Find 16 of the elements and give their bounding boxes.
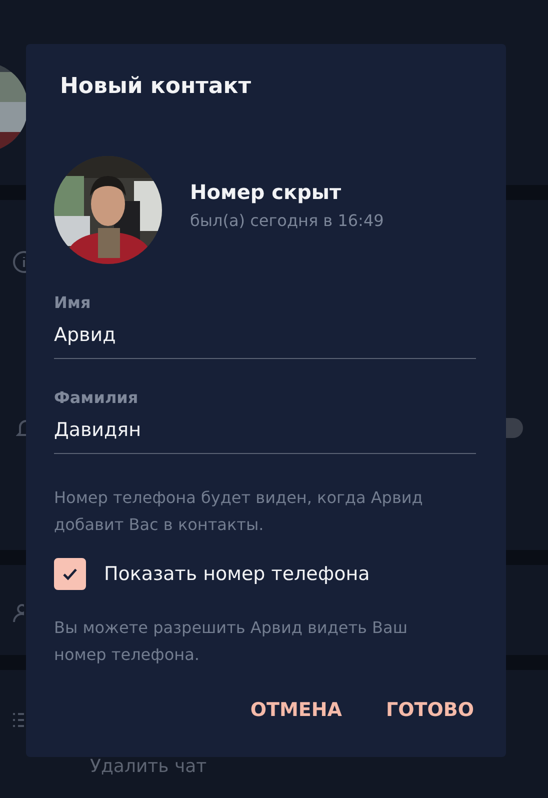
name-field[interactable]: Имя Арвид — [54, 292, 476, 359]
dialog-title: Новый контакт — [60, 73, 252, 101]
share-note: Вы можете разрешить Арвид видеть Ваш номер телефона. — [54, 617, 408, 666]
info-icon — [12, 250, 26, 274]
field-value: Давидян — [54, 418, 142, 443]
checkbox[interactable] — [54, 558, 86, 590]
name-field[interactable]: Фамилия Давидян — [54, 387, 476, 454]
last-seen-status: был(а) сегодня в 16:49 — [190, 210, 384, 232]
contact-name: Номер скрыт — [190, 179, 342, 206]
field-label: Имя — [54, 292, 92, 314]
phone-note: Номер телефона будет виден, когда Арвид добавит Вас в контакты. — [54, 487, 424, 536]
field-value: Арвид — [54, 323, 117, 348]
dialog-button[interactable]: ОТМЕНА — [248, 693, 344, 727]
field-label: Фамилия — [54, 387, 140, 409]
dialog-button[interactable]: ГОТОВО — [384, 693, 476, 727]
checkbox-label[interactable]: Показать номер телефона — [104, 563, 370, 585]
